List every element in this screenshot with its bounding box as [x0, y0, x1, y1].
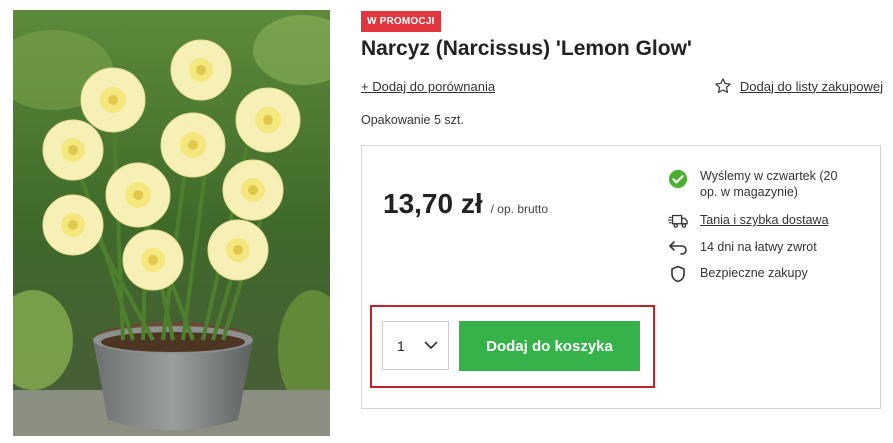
delivery-link[interactable]: Tania i szybka dostawa [700, 212, 829, 228]
returns-info: 14 dni na łatwy zwrot [668, 239, 817, 255]
star-icon [715, 78, 731, 93]
product-title: Narcyz (Narcissus) 'Lemon Glow' [361, 37, 692, 60]
wishlist-label: Dodaj do listy zakupowej [739, 78, 883, 94]
product-image[interactable] [13, 10, 330, 436]
price-unit: / op. brutto [490, 202, 549, 216]
daffodils-illustration [13, 10, 330, 436]
add-to-compare-link[interactable]: + Dodaj do porównania [361, 79, 495, 94]
chevron-down-icon [424, 341, 438, 349]
check-circle-icon [668, 169, 688, 189]
secure-text: Bezpieczne zakupy [700, 266, 808, 280]
shipping-text: Wyślemy w czwartek (20 op. w magazynie) [700, 169, 838, 199]
returns-text: 14 dni na łatwy zwrot [700, 240, 817, 254]
return-arrow-icon [669, 241, 687, 255]
add-to-cart-button[interactable]: Dodaj do koszyka [459, 321, 640, 371]
quantity-value: 1 [397, 337, 405, 354]
price-amount: 13,70 zł [383, 188, 483, 219]
shipping-info: Wyślemy w czwartek (20 op. w magazynie) [668, 168, 850, 200]
price-block: 13,70 zł / op. brutto [383, 188, 548, 220]
truck-icon [668, 214, 688, 228]
add-to-wishlist-link[interactable]: Dodaj do listy zakupowej [714, 77, 883, 95]
quantity-select[interactable]: 1 [382, 321, 449, 370]
delivery-info[interactable]: Tania i szybka dostawa [668, 212, 829, 230]
secure-info: Bezpieczne zakupy [668, 265, 808, 283]
promo-badge: W PROMOCJI [361, 11, 441, 32]
shield-icon [671, 265, 685, 283]
packaging-info: Opakowanie 5 szt. [361, 113, 464, 127]
